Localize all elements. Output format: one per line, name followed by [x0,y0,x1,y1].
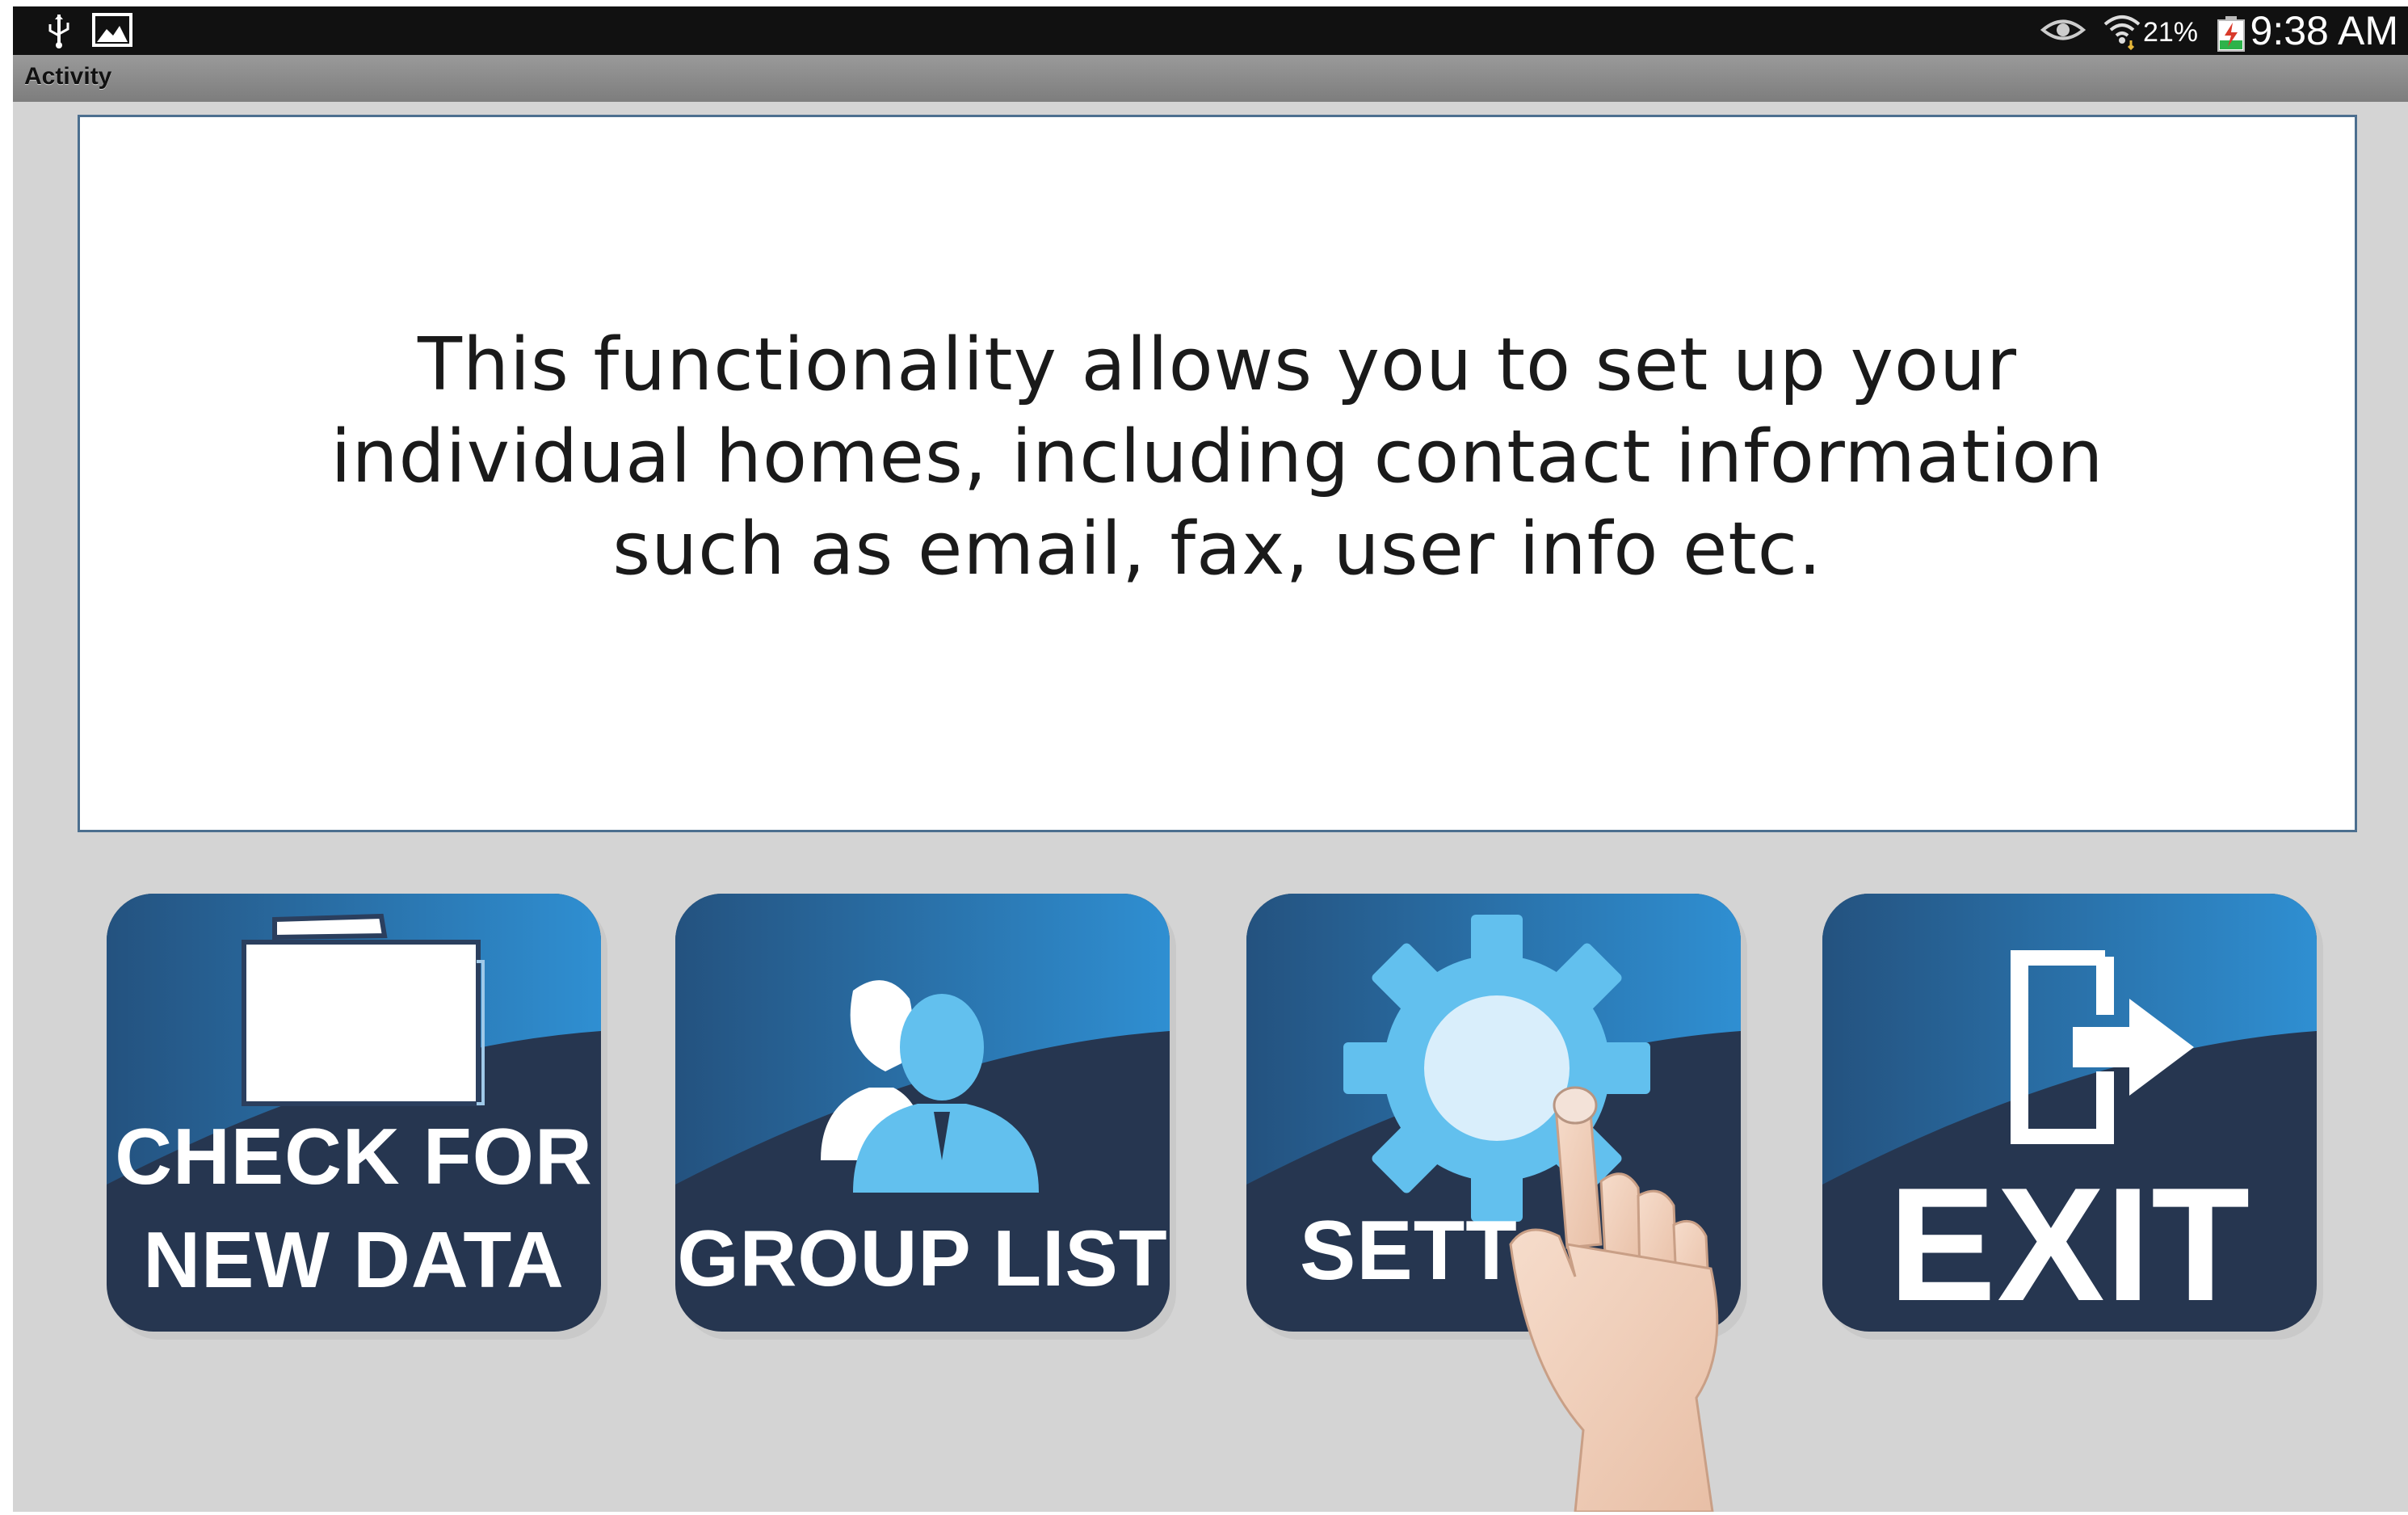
eye-icon [2040,16,2087,47]
battery-percent: 21% [2142,17,2198,48]
folder-icon [236,913,486,1110]
status-time: 9:38 AM [2250,8,2398,53]
wifi-icon [2102,10,2142,53]
check-for-new-data-button[interactable]: CHECK FOR NEW DATA [107,894,601,1332]
app-title: Activity [24,63,112,90]
users-icon [805,974,1047,1196]
content-area: This functionality allows you to set up … [13,102,2408,1512]
image-notification-icon [92,13,132,50]
exit-door-icon [2008,948,2202,1147]
battery-icon [2217,16,2246,55]
exit-button[interactable]: EXIT [1822,894,2317,1332]
info-text: This functionality allows you to set up … [330,322,2104,591]
hand-pointer-icon [1494,1075,1785,1513]
check-label-line2: NEW DATA [143,1215,565,1304]
info-panel: This functionality allows you to set up … [78,115,2357,832]
check-label-line1: CHECK FOR [115,1112,593,1201]
group-list-label: GROUP LIST [677,1214,1168,1302]
title-bar: Activity [13,55,2408,102]
exit-label: EXIT [1888,1155,2251,1332]
usb-icon [45,13,73,52]
screen: 21% 9:38 AM Activity This functionality … [0,0,2408,1513]
group-list-button[interactable]: GROUP LIST [675,894,1170,1332]
status-bar: 21% 9:38 AM [13,6,2408,55]
